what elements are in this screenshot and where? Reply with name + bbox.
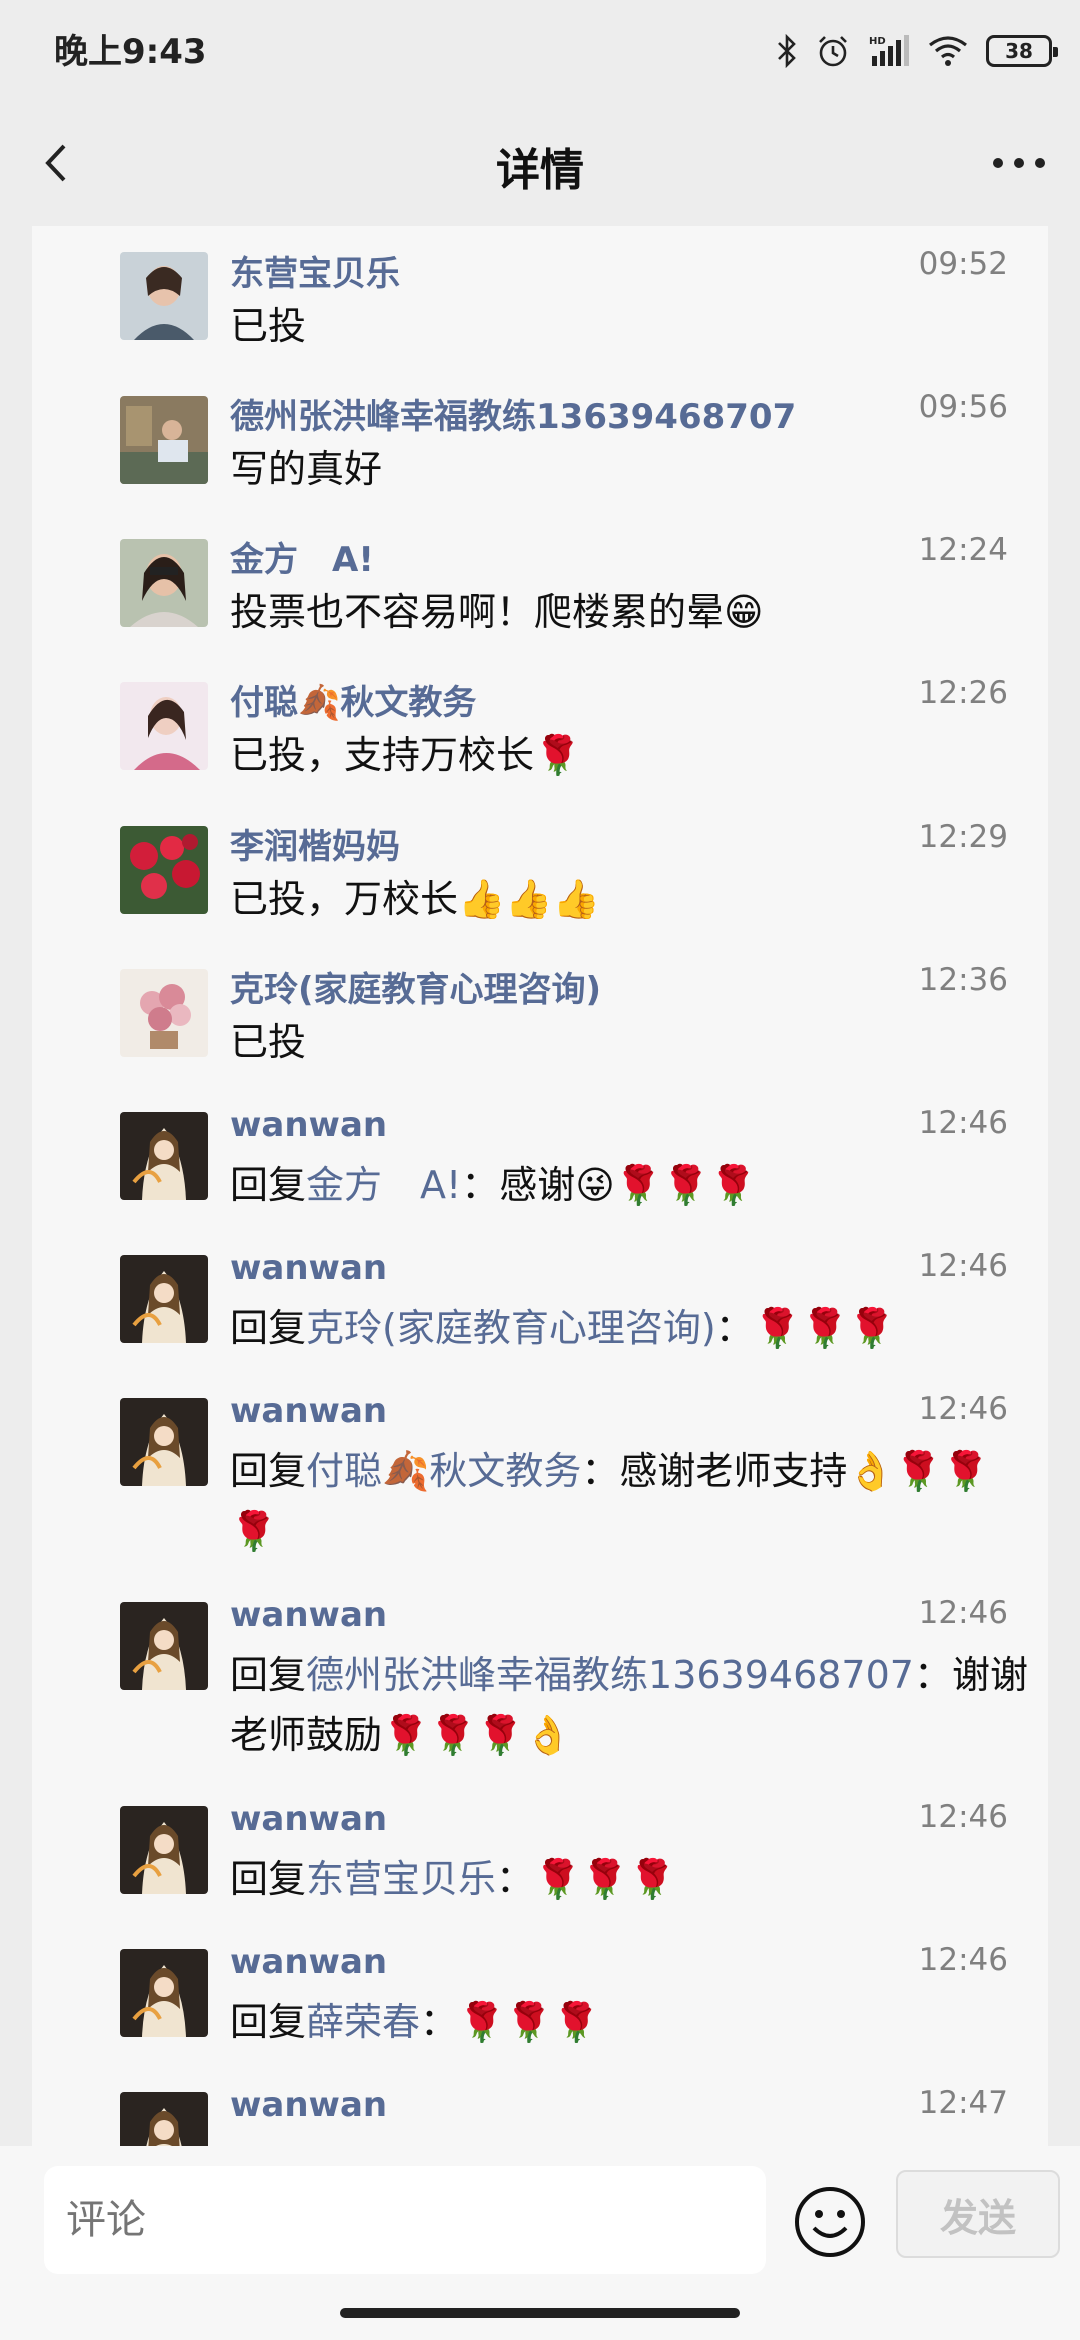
comment-author[interactable]: wanwan (230, 1942, 387, 1982)
home-indicator[interactable] (340, 2308, 740, 2318)
reply-to-link[interactable]: 金方 A! (306, 1163, 461, 1207)
reply-prefix: 回复 (230, 1449, 307, 1493)
comment-time: 12:46 (918, 1799, 1008, 1835)
comment-author[interactable]: wanwan (230, 2085, 387, 2125)
comment-author[interactable]: 东营宝贝乐 (230, 246, 400, 295)
nav-bar: 详情 (0, 100, 1080, 226)
comment-text: 回复金方 A!：感谢😜🌹🌹🌹 (230, 1155, 1030, 1215)
comment-author[interactable]: 金方 A! (230, 532, 374, 581)
avatar[interactable] (120, 1112, 208, 1200)
emoji-icon (795, 2187, 865, 2257)
comment-time: 12:46 (918, 1391, 1008, 1427)
emoji-button[interactable] (792, 2184, 868, 2260)
comment-text: 已投，支持万校长🌹 (230, 733, 582, 777)
comment-time: 09:52 (918, 246, 1008, 282)
comment-text: 回复克玲(家庭教育心理咨询)：🌹🌹🌹 (230, 1298, 1030, 1358)
send-button[interactable]: 发送 (896, 2170, 1060, 2258)
bluetooth-icon (778, 34, 796, 68)
reply-body: ：感谢😜🌹🌹🌹 (461, 1163, 757, 1207)
comment-text: 写的真好 (230, 447, 383, 491)
comment-time: 12:26 (918, 675, 1008, 711)
alarm-icon (819, 36, 847, 67)
status-time: 晚上9:43 (54, 32, 207, 72)
reply-prefix: 回复 (230, 1857, 307, 1901)
more-icon (993, 158, 1045, 168)
comment-time: 12:46 (918, 1248, 1008, 1284)
comment-author[interactable]: wanwan (230, 1799, 387, 1839)
svg-text:HD: HD (869, 36, 886, 47)
hd-signal-icon: HD (869, 35, 909, 66)
avatar[interactable] (120, 1806, 208, 1894)
wifi-icon (929, 36, 967, 66)
comment-time: 12:47 (918, 2085, 1008, 2121)
avatar[interactable] (120, 539, 208, 627)
comment-author[interactable]: 德州张洪峰幸福教练13639468707 (230, 389, 796, 438)
comment-input-bar: 发送 (0, 2146, 1080, 2340)
comment-time: 12:46 (918, 1105, 1008, 1141)
comment-text: 已投 (230, 304, 307, 348)
comment-author[interactable]: wanwan (230, 1105, 387, 1145)
battery-icon: 38 (986, 35, 1058, 67)
reply-prefix: 回复 (230, 1163, 307, 1207)
comment-text: 回复付聪🍂秋文教务：感谢老师支持👌🌹🌹🌹 (230, 1441, 1030, 1561)
comment-time: 09:56 (918, 389, 1008, 425)
reply-prefix: 回复 (230, 1653, 307, 1697)
avatar[interactable] (120, 1398, 208, 1486)
comment-text: 投票也不容易啊！爬楼累的晕😁 (230, 590, 764, 634)
avatar[interactable] (120, 826, 208, 914)
more-button[interactable] (984, 128, 1054, 198)
comment-input[interactable] (44, 2166, 766, 2274)
avatar[interactable] (120, 252, 208, 340)
avatar[interactable] (120, 969, 208, 1057)
avatar[interactable] (120, 1602, 208, 1690)
reply-prefix: 回复 (230, 2000, 307, 2044)
status-bar: 晚上9:43 HD 38 (0, 0, 1080, 100)
comment-author[interactable]: 付聪🍂秋文教务 (230, 675, 476, 724)
reply-body: ：🌹🌹🌹 (420, 2000, 600, 2044)
avatar[interactable] (120, 682, 208, 770)
comment-author[interactable]: wanwan (230, 1391, 387, 1431)
comment-author[interactable]: wanwan (230, 1248, 387, 1288)
status-icons: HD 38 (776, 26, 1058, 76)
avatar[interactable] (120, 1949, 208, 2037)
reply-to-link[interactable]: 东营宝贝乐 (306, 1857, 496, 1901)
comment-text: 已投 (230, 1020, 307, 1064)
comment-author[interactable]: 克玲(家庭教育心理咨询) (230, 962, 601, 1011)
comment-text: 回复东营宝贝乐：🌹🌹🌹 (230, 1849, 1030, 1909)
comment-author[interactable]: 李润楷妈妈 (230, 819, 400, 868)
avatar[interactable] (120, 396, 208, 484)
comment-time: 12:46 (918, 1942, 1008, 1978)
comment-text: 回复薛荣春：🌹🌹🌹 (230, 1992, 1030, 2052)
comment-time: 12:46 (918, 1595, 1008, 1631)
avatar[interactable] (120, 1255, 208, 1343)
reply-to-link[interactable]: 克玲(家庭教育心理咨询) (306, 1306, 716, 1350)
comment-list[interactable]: 东营宝贝乐 09:52 已投 德州张洪峰幸福教练13639468707 09:5… (32, 226, 1048, 2146)
reply-to-link[interactable]: 付聪🍂秋文教务 (306, 1449, 581, 1493)
avatar[interactable] (120, 2092, 208, 2146)
comment-text: 回复德州张洪峰幸福教练13639468707：谢谢老师鼓励🌹🌹🌹👌 (230, 1645, 1030, 1765)
reply-body: ：🌹🌹🌹 (715, 1306, 896, 1350)
reply-to-link[interactable]: 薛荣春 (306, 2000, 420, 2044)
reply-body: ：🌹🌹🌹 (496, 1857, 676, 1901)
comment-text: 已投，万校长👍👍👍 (230, 877, 600, 921)
comment-time: 12:36 (918, 962, 1008, 998)
comment-author[interactable]: wanwan (230, 1595, 387, 1635)
comment-time: 12:24 (918, 532, 1008, 568)
page-title: 详情 (496, 145, 584, 196)
comment-time: 12:29 (918, 819, 1008, 855)
reply-to-link[interactable]: 德州张洪峰幸福教练13639468707 (306, 1653, 914, 1697)
reply-prefix: 回复 (230, 1306, 307, 1350)
